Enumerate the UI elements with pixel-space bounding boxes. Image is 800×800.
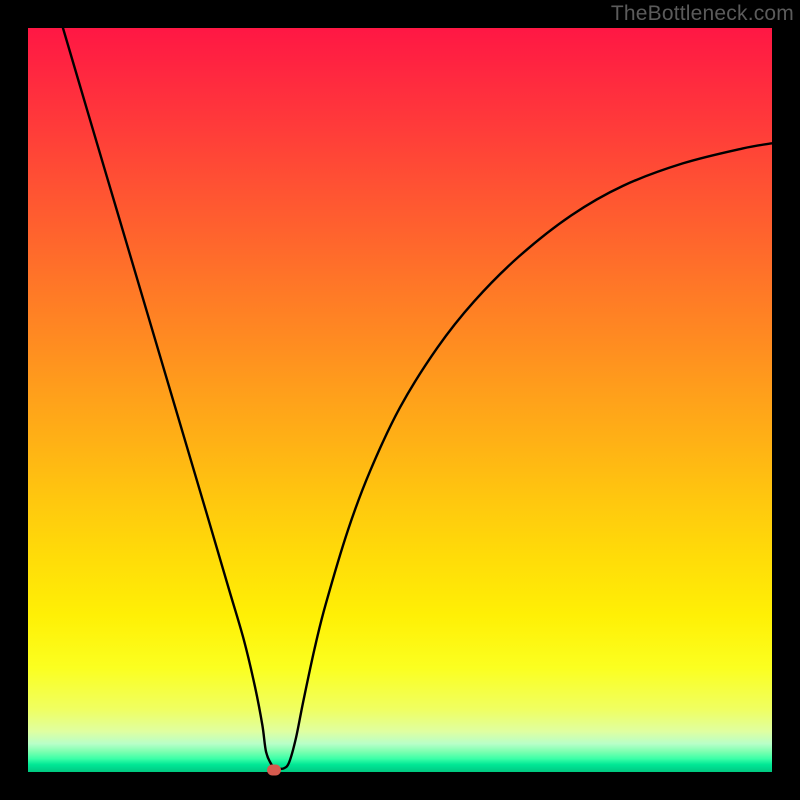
plot-area [28,28,772,772]
chart-frame: TheBottleneck.com [0,0,800,800]
minimum-marker [267,764,281,775]
watermark-text: TheBottleneck.com [611,2,794,26]
